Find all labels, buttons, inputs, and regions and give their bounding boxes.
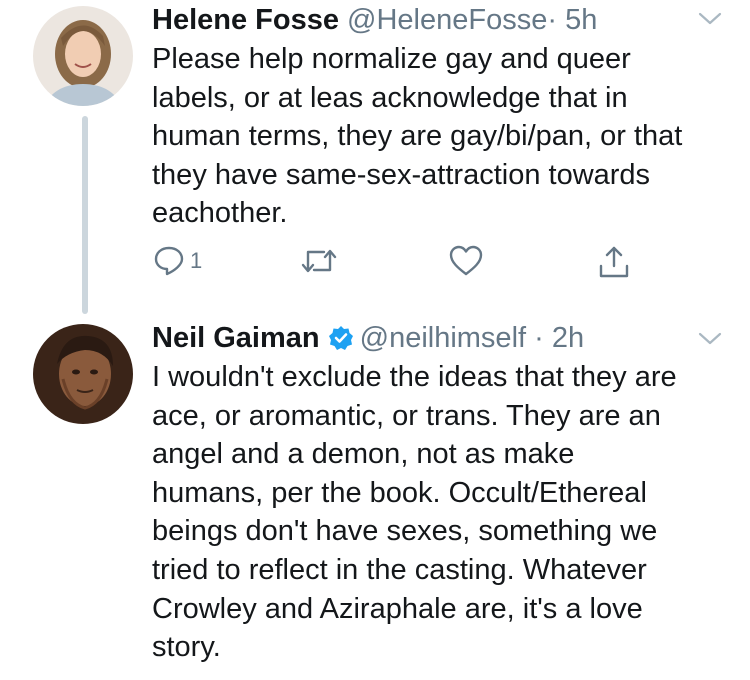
tweet-text-line: ace, or aromantic, or trans. They are an	[152, 399, 661, 432]
reply-count: 1	[190, 248, 203, 273]
chevron-down-icon[interactable]	[698, 332, 722, 351]
separator-dot: ·	[534, 322, 544, 354]
tweet-helene[interactable]: Helene Fosse @HeleneFosse· 5h Please hel…	[0, 0, 750, 320]
share-button[interactable]	[597, 244, 631, 280]
tweet-text-line: humans, per the book. Occult/Ethereal	[152, 476, 647, 509]
timestamp[interactable]: 2h	[552, 322, 584, 354]
retweet-button[interactable]	[300, 244, 338, 278]
tweet-neil[interactable]: Neil Gaiman @neilhimself · 2h I wouldn't …	[0, 320, 750, 680]
like-icon	[448, 244, 484, 278]
tweet-text-line: human terms, they are gay/bi/pan, or tha…	[152, 120, 683, 153]
separator-dot: ·	[547, 4, 558, 36]
share-icon	[597, 244, 631, 280]
chevron-down-icon[interactable]	[698, 12, 722, 31]
like-button[interactable]	[448, 244, 484, 278]
avatar-neil[interactable]	[33, 324, 133, 424]
tweet-text-line: story.	[152, 631, 221, 664]
tweet-text: Please help normalize gay and queer labe…	[152, 40, 727, 233]
tweet-text-line: they have same-sex-attraction towards	[152, 158, 651, 191]
reply-icon	[152, 244, 186, 278]
retweet-icon	[300, 244, 338, 278]
verified-badge-icon	[328, 324, 354, 360]
user-handle[interactable]: @neilhimself	[360, 322, 526, 354]
display-name[interactable]: Helene Fosse	[152, 4, 339, 36]
tweet-text-line: tried to reflect in the casting. Whateve…	[152, 553, 647, 586]
tweet-text-line: angel and a demon, not as make	[152, 438, 575, 471]
tweet-actions: 1	[152, 244, 652, 284]
tweet-header: Neil Gaiman @neilhimself · 2h	[152, 320, 584, 360]
reply-button[interactable]: 1	[152, 244, 202, 278]
tweet-text-line: eachother.	[152, 197, 288, 230]
user-handle[interactable]: @HeleneFosse	[347, 4, 547, 36]
tweet-text-line: Crowley and Aziraphale are, it's a love	[152, 592, 643, 625]
tweet-text-line: beings don't have sexes, something we	[152, 515, 658, 548]
display-name[interactable]: Neil Gaiman	[152, 322, 320, 354]
tweet-text-line: labels, or at leas acknowledge that in	[152, 81, 628, 114]
timestamp[interactable]: 5h	[565, 4, 597, 36]
tweet-text: I wouldn't exclude the ideas that they a…	[152, 358, 727, 667]
avatar-helene[interactable]	[33, 6, 133, 106]
tweet-text-line: I wouldn't exclude the ideas that they a…	[152, 361, 677, 393]
tweet-text-line: Please help normalize gay and queer	[152, 43, 631, 75]
tweet-header: Helene Fosse @HeleneFosse· 5h	[152, 2, 597, 38]
